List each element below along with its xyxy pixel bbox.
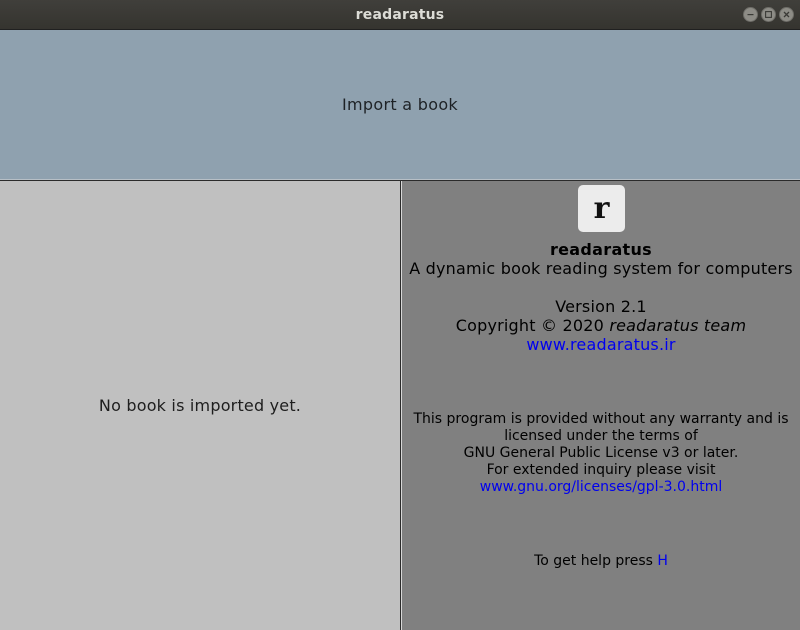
minimize-button[interactable] [743,7,758,22]
import-book-button[interactable]: Import a book [0,30,800,180]
website-link[interactable]: www.readaratus.ir [526,335,675,354]
app-version: Version 2.1 [555,297,647,316]
maximize-button[interactable] [761,7,776,22]
window-titlebar: readaratus [0,0,800,30]
import-label-rest: mport a book [347,95,458,114]
copyright-line: Copyright © 2020 readaratus team [402,316,800,335]
website-line: www.readaratus.ir [402,335,800,354]
license-line: licensed under the terms of [504,428,698,444]
copyright-prefix: Copyright © 2020 [455,316,610,335]
minimize-icon [747,14,754,16]
copyright-team: readaratus team [609,316,747,335]
import-book-label: Import a book [342,95,458,114]
close-button[interactable] [779,7,794,22]
license-notice: This program is provided without any war… [402,411,800,496]
window-controls [743,7,794,22]
license-link[interactable]: www.gnu.org/licenses/gpl-3.0.html [480,479,722,495]
license-line: GNU General Public License v3 or later. [463,445,739,461]
empty-library-message: No book is imported yet. [98,396,302,415]
help-hint: To get help press H [402,553,800,569]
app-name: readaratus [549,240,653,259]
book-list-pane: No book is imported yet. [0,181,400,630]
help-key: H [657,553,668,569]
help-prefix: To get help press [534,553,658,569]
license-line: This program is provided without any war… [413,411,789,427]
maximize-icon [765,11,772,18]
about-pane: r readaratus A dynamic book reading syst… [401,181,800,630]
window-title: readaratus [355,7,445,23]
app-logo-icon: r [578,185,625,232]
app-description: A dynamic book reading system for comput… [409,259,793,278]
close-icon [783,11,790,18]
license-line: For extended inquiry please visit [486,462,716,478]
